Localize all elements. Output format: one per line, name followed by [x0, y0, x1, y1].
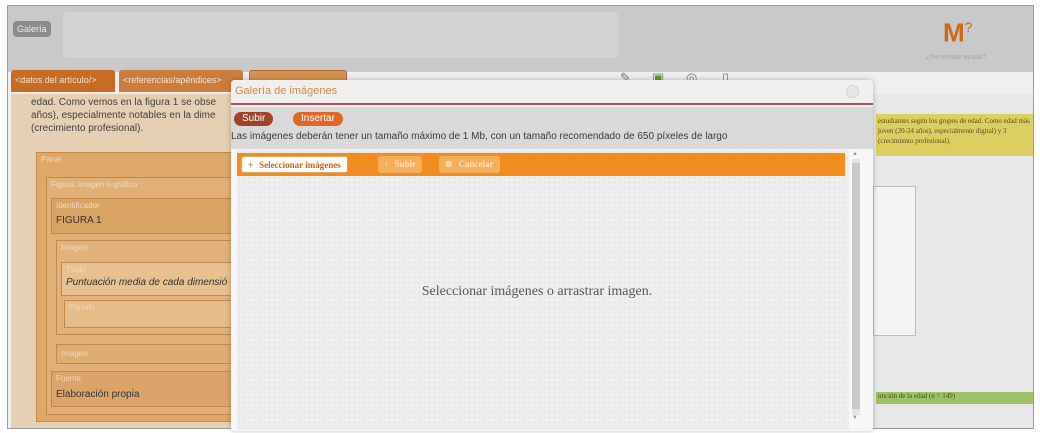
logo-text: M: [943, 17, 965, 48]
scroll-up-icon[interactable]: ▲: [852, 151, 858, 157]
panel-label: Panel: [41, 155, 62, 164]
identifier-value: FIGURA 1: [56, 215, 102, 226]
close-icon[interactable]: [846, 85, 859, 98]
subir-button[interactable]: Subir: [234, 112, 274, 126]
drop-hint-text: Seleccionar imágenes o arrastrar imagen.: [421, 284, 653, 299]
article-paragraph: edad. Como vemos en la figura 1 se obse …: [31, 97, 217, 134]
title-value: Puntuación media de cada dimensió: [66, 277, 228, 288]
insertar-button[interactable]: Insertar: [293, 112, 343, 126]
upload-button[interactable]: ↑ Subir: [378, 156, 423, 173]
modal-header: Galería de imágenes: [231, 80, 873, 105]
galeria-button[interactable]: Galería: [13, 21, 51, 37]
source-label: Fuente: [56, 374, 81, 383]
logo: M?: [943, 12, 987, 48]
paragraph-field[interactable]: Párrafo: [64, 300, 246, 328]
title-label: Título: [66, 265, 87, 274]
logo-question-mark: ?: [964, 19, 973, 35]
figure-label: Figura: imagen o gráfico: [51, 180, 138, 189]
select-images-label: Seleccionar imágenes: [259, 160, 341, 170]
cancel-label: Cancelar: [458, 159, 494, 169]
modal-scrollbar[interactable]: ▲ ▼: [851, 151, 861, 421]
size-info-text: Las imágenes deberán tener un tamaño máx…: [231, 131, 728, 142]
modal-title: Galería de imágenes: [235, 85, 338, 97]
source-field[interactable]: Fuente Elaboración propia: [51, 371, 246, 407]
select-images-button[interactable]: + Seleccionar imágenes: [241, 156, 348, 173]
help-link[interactable]: ¿Necesitas ayuda?: [926, 54, 986, 61]
tab-referencias[interactable]: <referencias/apéndices>: [119, 70, 243, 92]
identifier-label: Identificador: [56, 201, 100, 210]
source-value: Elaboración propia: [56, 389, 140, 400]
cancel-button[interactable]: ⊗ Cancelar: [439, 156, 500, 173]
top-bar: Galería M? ¿Necesitas ayuda?: [8, 6, 1033, 72]
paragraph-label: Párrafo: [69, 303, 96, 312]
image-gallery-modal: Galería de imágenes Subir Insertar Las i…: [231, 80, 873, 431]
top-field: [63, 12, 618, 58]
plus-icon: +: [248, 160, 254, 170]
editor-left-pane: edad. Como vemos en la figura 1 se obse …: [11, 94, 246, 428]
upload-dropzone[interactable]: + Seleccionar imágenes ↑ Subir ⊗ Cancelar S…: [237, 150, 849, 430]
upload-toolbar: + Seleccionar imágenes ↑ Subir ⊗ Cancelar: [237, 153, 845, 176]
identifier-field[interactable]: Identificador FIGURA 1: [51, 198, 246, 234]
cancel-icon: ⊗: [445, 159, 453, 169]
image-field[interactable]: Imagen: [56, 344, 246, 364]
preview-footer-text: unción de la edad (n = 149): [876, 392, 1033, 404]
preview-highlighted-text: estudiantes según los grupos de edad. Co…: [876, 114, 1033, 156]
title-field[interactable]: Título Puntuación media de cada dimensió: [61, 262, 246, 296]
modal-action-bar: Subir Insertar Las imágenes deberán tene…: [231, 107, 873, 149]
upload-label: Subir: [394, 159, 417, 169]
scroll-down-icon[interactable]: ▼: [852, 415, 858, 421]
scroll-thumb[interactable]: [852, 163, 860, 409]
image-group-label: Imagen: [61, 243, 88, 252]
tab-datos-articulo[interactable]: <datos del artículo/>: [11, 70, 115, 92]
image-label: Imagen: [61, 349, 88, 358]
preview-chart-thumbnail: [873, 186, 916, 336]
upload-icon: ↑: [384, 159, 389, 169]
